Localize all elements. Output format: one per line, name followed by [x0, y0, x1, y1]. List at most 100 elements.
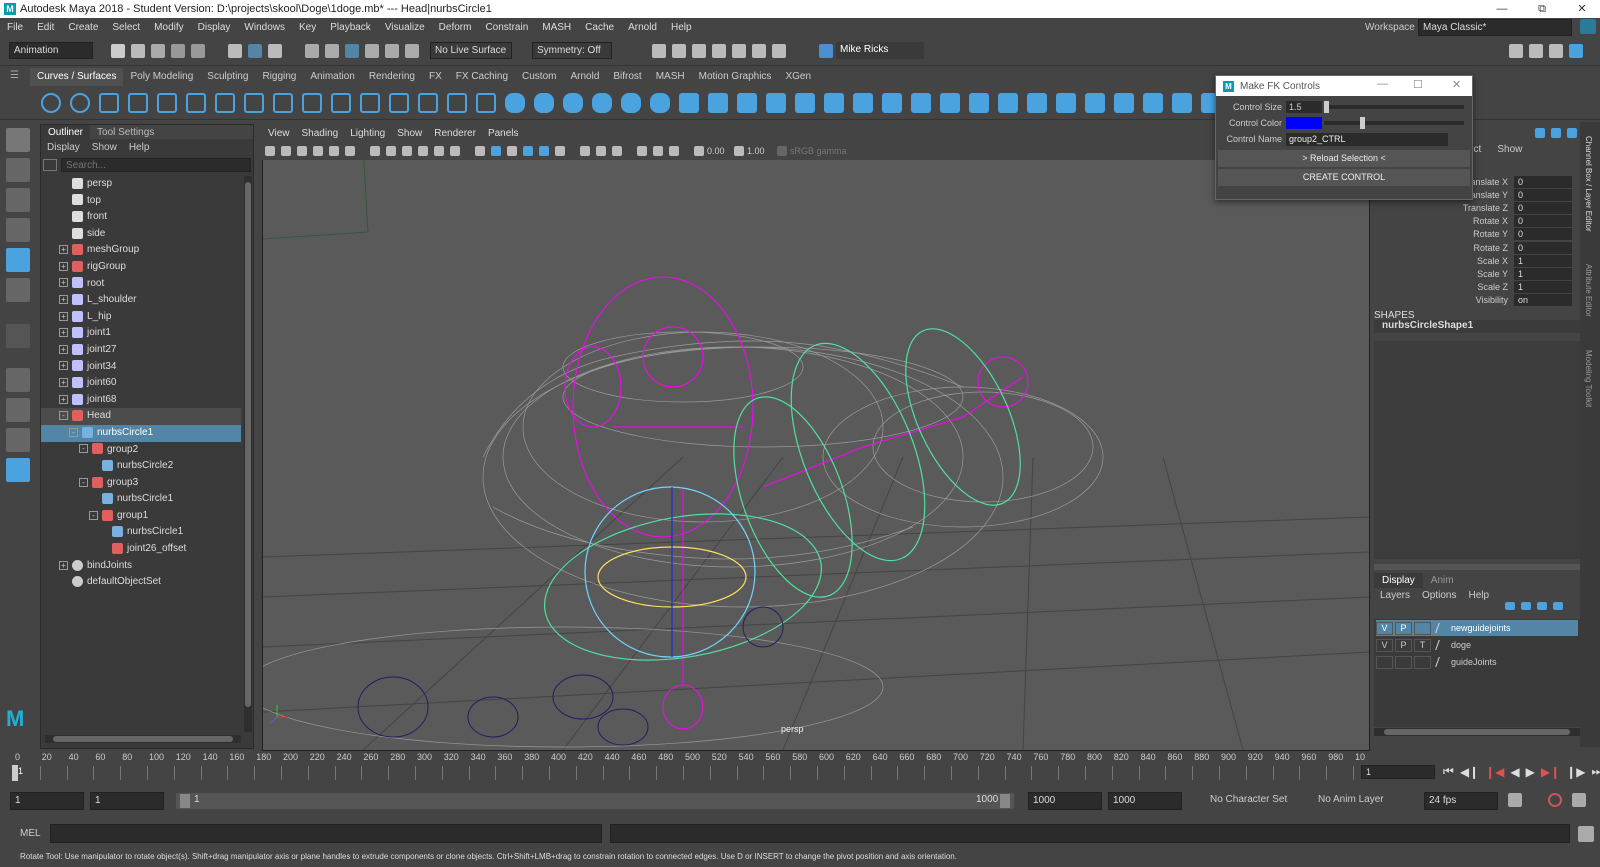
anim-end-field[interactable]: 1000	[1108, 792, 1182, 810]
layer-color-icon[interactable]	[1435, 657, 1449, 667]
ipr-render-icon[interactable]	[692, 43, 706, 58]
reverse-curve-icon[interactable]	[417, 92, 438, 113]
control-size-field[interactable]: 1.5	[1286, 101, 1322, 113]
nurbs-torus-icon[interactable]	[649, 92, 670, 113]
birail-icon[interactable]	[823, 92, 844, 113]
shelf-tab-bifrost[interactable]: Bifrost	[606, 68, 648, 86]
color-management-icon[interactable]	[777, 146, 787, 156]
outliner-item[interactable]: - nurbsCircle1	[41, 424, 241, 442]
open-scene-icon[interactable]	[131, 43, 145, 58]
channel-row[interactable]: Rotate X0	[1372, 215, 1572, 228]
channel-value[interactable]: 1	[1514, 254, 1572, 267]
channel-label[interactable]: Rotate Z	[1372, 243, 1514, 253]
menu-mash[interactable]: MASH	[535, 22, 578, 33]
layer-menu-options[interactable]: Options	[1416, 590, 1462, 601]
untrim-icon[interactable]	[997, 92, 1018, 113]
menu-windows[interactable]: Windows	[237, 22, 292, 33]
outliner-menu-show[interactable]: Show	[86, 142, 123, 153]
save-scene-icon[interactable]	[151, 43, 165, 58]
fk-close-icon[interactable]: ✕	[1452, 78, 1461, 91]
control-color-slider[interactable]	[1324, 117, 1464, 129]
four-pane-icon[interactable]	[6, 398, 30, 422]
layer-menu-layers[interactable]: Layers	[1374, 590, 1416, 601]
symmetry-select[interactable]: Symmetry: Off	[532, 42, 612, 59]
outliner-item[interactable]: - group1	[41, 508, 241, 525]
start-time-field[interactable]: 1	[10, 792, 84, 810]
offset-curve-icon[interactable]	[359, 92, 380, 113]
new-scene-icon[interactable]	[111, 43, 125, 58]
nurbs-plane-icon[interactable]	[620, 92, 641, 113]
expand-icon[interactable]: +	[59, 311, 68, 321]
layer-name[interactable]: newguidejoints	[1451, 623, 1511, 633]
last-tool-icon[interactable]	[6, 324, 30, 348]
outliner-item[interactable]: nurbsCircle1	[41, 524, 241, 541]
nurbs-circle-icon[interactable]	[40, 92, 61, 113]
viewport-menu-lighting[interactable]: Lighting	[344, 126, 391, 142]
shelf-tab-rigging[interactable]: Rigging	[255, 68, 303, 86]
tool-settings-icon[interactable]	[1549, 43, 1563, 58]
channel-value[interactable]: 1	[1514, 267, 1572, 280]
menu-file[interactable]: File	[0, 22, 30, 33]
character-set-select[interactable]: No Character Set	[1210, 794, 1287, 805]
outliner-item[interactable]: - Head	[41, 408, 241, 425]
outliner-vscroll-thumb[interactable]	[245, 182, 251, 707]
shelf-tab-rendering[interactable]: Rendering	[362, 68, 422, 86]
insert-isoparm-icon[interactable]	[1084, 92, 1105, 113]
menu-modify[interactable]: Modify	[147, 22, 190, 33]
layer-name[interactable]: guideJoints	[1451, 657, 1497, 667]
channel-label[interactable]: Scale X	[1372, 256, 1514, 266]
channel-label[interactable]: Visibility	[1372, 295, 1514, 305]
layer-color-icon[interactable]	[1435, 640, 1449, 650]
panel-splitter[interactable]	[1374, 564, 1580, 570]
menu-deform[interactable]: Deform	[432, 22, 479, 33]
lock-icon[interactable]	[1580, 19, 1596, 34]
boundary-icon[interactable]	[852, 92, 873, 113]
filter-icon[interactable]	[43, 159, 57, 171]
outliner-vscrollbar[interactable]	[244, 176, 252, 732]
layer-row[interactable]: V Pnewguidejoints	[1376, 620, 1578, 636]
shelf-tab-curves-surfaces[interactable]: Curves / Surfaces	[30, 68, 124, 86]
create-control-button[interactable]: CREATE CONTROL	[1218, 169, 1470, 186]
single-pane-icon[interactable]	[6, 368, 30, 392]
collapse-icon[interactable]: -	[69, 427, 78, 437]
modeling-toolkit-icon[interactable]	[1509, 43, 1523, 58]
reverse-surface-icon[interactable]	[1142, 92, 1163, 113]
script-editor-icon[interactable]	[1578, 826, 1594, 842]
outliner-item[interactable]: side	[41, 226, 241, 243]
shelf-tab-poly-modeling[interactable]: Poly Modeling	[123, 68, 200, 86]
outliner-item[interactable]: joint26_offset	[41, 541, 241, 558]
outliner-item[interactable]: nurbsCircle1	[41, 491, 241, 508]
collapse-icon[interactable]: -	[59, 411, 68, 421]
shelf-tab-mash[interactable]: MASH	[649, 68, 692, 86]
layer-p-toggle[interactable]: P	[1395, 621, 1412, 635]
two-pane-icon[interactable]	[6, 428, 30, 452]
tab-display[interactable]: Display	[1374, 572, 1423, 588]
shelf-tab-arnold[interactable]: Arnold	[563, 68, 606, 86]
outliner-item[interactable]: + meshGroup	[41, 242, 241, 259]
range-slider-left-handle[interactable]	[180, 794, 190, 808]
menu-visualize[interactable]: Visualize	[378, 22, 432, 33]
exposure-icon[interactable]	[694, 146, 704, 156]
outliner-item[interactable]: - group3	[41, 475, 241, 492]
outliner-item[interactable]: + L_shoulder	[41, 292, 241, 309]
collapse-icon[interactable]: -	[79, 444, 88, 454]
bookmarks-icon[interactable]	[297, 146, 307, 156]
channel-label[interactable]: Rotate X	[1372, 216, 1514, 226]
outliner-item[interactable]: + L_hip	[41, 309, 241, 326]
expand-icon[interactable]: +	[59, 377, 68, 387]
channel-row[interactable]: Translate Z0	[1372, 201, 1572, 214]
script-language-label[interactable]: MEL	[20, 828, 41, 839]
attach-curves-icon[interactable]	[243, 92, 264, 113]
revolve-icon[interactable]	[678, 92, 699, 113]
viewport-panel[interactable]: persp	[262, 126, 1370, 751]
user-account-select[interactable]: Mike Ricks	[836, 42, 924, 59]
outliner-item[interactable]: + joint1	[41, 325, 241, 342]
redo-icon[interactable]	[191, 43, 205, 58]
scale-tool-icon[interactable]	[6, 278, 30, 302]
project-curve-icon[interactable]	[910, 92, 931, 113]
select-hierarchy-icon[interactable]	[228, 43, 242, 58]
channel-label[interactable]: Translate Z	[1372, 203, 1514, 213]
gamma-icon[interactable]	[734, 146, 744, 156]
outliner-menu-display[interactable]: Display	[41, 142, 86, 153]
camera-attributes-icon[interactable]	[281, 146, 291, 156]
